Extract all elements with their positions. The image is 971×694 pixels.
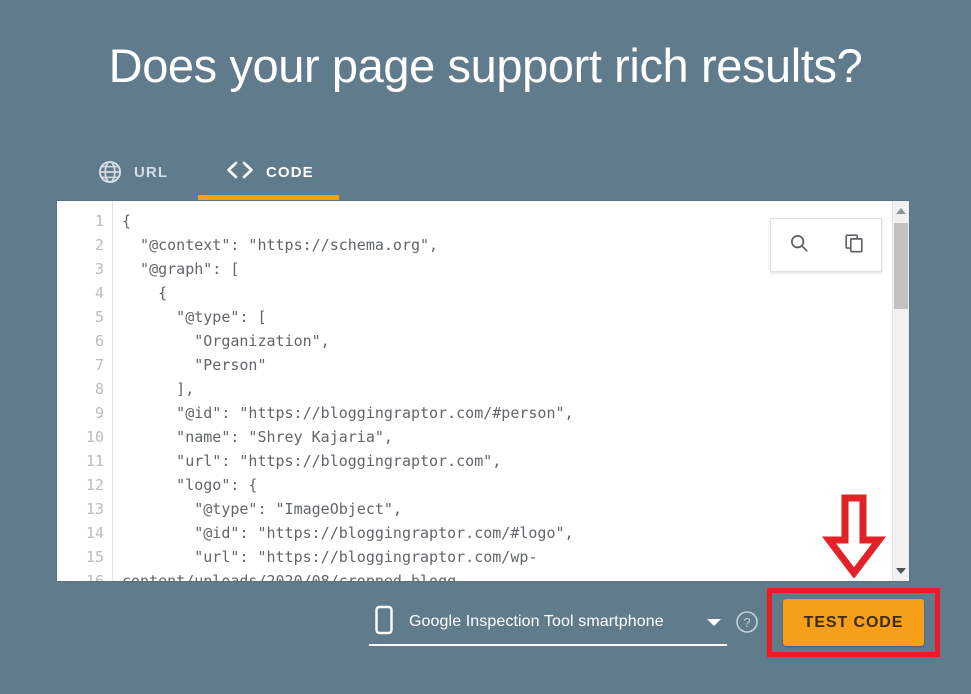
annotation-arrow [821,494,887,579]
code-line: "logo": { [122,476,258,494]
code-brackets-icon [225,160,255,184]
line-number: 5 [94,308,104,326]
chevron-down-icon [707,618,721,626]
help-circle-icon[interactable]: ? [735,610,759,634]
copy-button[interactable] [837,228,871,262]
line-number: 14 [85,524,104,542]
line-number: 12 [85,476,104,494]
line-number: 13 [85,500,104,518]
tab-bar: URL CODE [57,148,917,200]
line-number-gutter: 1 2 3 4 5 6 7 8 9 10 11 12 13 14 15 16 [57,201,113,581]
code-editor[interactable]: 1 2 3 4 5 6 7 8 9 10 11 12 13 14 15 16 {… [57,201,909,581]
line-number: 6 [94,332,104,350]
device-select[interactable]: Google Inspection Tool smartphone [369,600,727,646]
line-number: 7 [94,356,104,374]
test-code-button[interactable]: TEST CODE [783,599,924,646]
code-line: "name": "Shrey Kajaria", [122,428,393,446]
code-line: { [122,284,168,302]
editor-scrollbar[interactable] [892,201,909,581]
copy-icon [843,232,865,259]
line-number: 3 [94,260,104,278]
device-select-label: Google Inspection Tool smartphone [409,613,664,630]
tab-url-label: URL [134,163,169,181]
tab-code-label: CODE [266,163,314,181]
tab-code[interactable]: CODE [225,148,314,196]
tab-url[interactable]: URL [97,148,168,196]
line-number: 2 [94,236,104,254]
code-line: "@type": "ImageObject", [122,500,402,518]
code-line: "@context": "https://schema.org", [122,236,439,254]
code-line: "@graph": [ [122,260,240,278]
active-tab-indicator [198,195,339,200]
code-line: "@id": "https://bloggingraptor.com/#pers… [122,404,574,422]
code-line: "Organization", [122,332,330,350]
line-number: 8 [94,380,104,398]
line-number: 9 [94,404,104,422]
svg-text:?: ? [743,615,750,630]
line-number: 15 [85,548,104,566]
globe-icon [97,159,123,185]
scroll-down-arrow[interactable] [893,562,909,579]
page-title: Does your page support rich results? [108,39,863,92]
search-icon [788,232,810,259]
code-line: "Person" [122,356,267,374]
line-number: 10 [85,428,104,446]
line-number: 16 [85,572,104,581]
code-line: "url": "https://bloggingraptor.com/wp- [122,548,538,566]
code-line: "@id": "https://bloggingraptor.com/#logo… [122,524,574,542]
smartphone-icon [373,605,395,640]
code-line: "@type": [ [122,308,267,326]
editor-tool-panel [770,218,882,272]
code-line: content/uploads/2020/08/cropped-blogg [122,572,457,581]
rich-results-test-page: Does your page support rich results? URL [0,0,971,694]
code-line: { [122,212,132,230]
scrollbar-thumb[interactable] [894,223,908,309]
code-line: ], [122,380,195,398]
line-number: 1 [94,212,104,230]
search-button[interactable] [782,228,816,262]
scroll-up-arrow[interactable] [893,202,909,219]
code-line: "url": "https://bloggingraptor.com", [122,452,502,470]
line-number: 11 [85,452,104,470]
line-number: 4 [94,284,104,302]
